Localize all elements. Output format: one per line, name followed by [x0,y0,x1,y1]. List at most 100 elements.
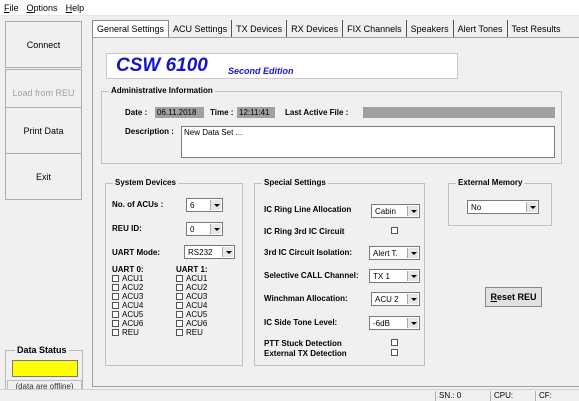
tab-bar: General Settings ACU Settings TX Devices… [92,20,565,37]
tab-alert-tones[interactable]: Alert Tones [454,20,508,37]
tab-tx-devices[interactable]: TX Devices [232,20,288,37]
ring-3rd-checkbox[interactable] [391,227,398,234]
exit-button[interactable]: Exit [5,153,82,200]
uart0-item[interactable]: ACU4 [112,301,143,310]
uart0-acu5-checkbox[interactable] [112,311,119,318]
uart1-acu6-checkbox[interactable] [176,320,183,327]
sidetone-label: IC Side Tone Level: [264,318,338,327]
admin-info-group: Administrative Information Date : 06.11.… [101,86,562,164]
uart0-item-label: REU [122,328,139,337]
menu-help[interactable]: Help [66,3,85,13]
uart0-acu2-checkbox[interactable] [112,284,119,291]
tab-fix-channels[interactable]: FIX Channels [343,20,407,37]
uart1-label: UART 1: [176,265,208,274]
uart0-item-label: ACU6 [122,319,144,328]
uart1-acu4-checkbox[interactable] [176,302,183,309]
reset-reu-button[interactable]: Reset REU [485,287,542,307]
reu-id-select[interactable]: 0 [186,222,223,236]
admin-info-title: Administrative Information [109,86,215,95]
uart0-item[interactable]: ACU6 [112,319,143,328]
menu-options-accel: O [26,2,34,13]
uart0-item[interactable]: ACU5 [112,310,143,319]
winchman-value: ACU 2 [375,295,399,304]
tab-general-settings[interactable]: General Settings [92,20,170,37]
tab-acu-settings[interactable]: ACU Settings [169,20,233,37]
selective-call-label: Selective CALL Channel: [264,271,359,280]
winchman-dropdown-icon[interactable] [407,294,418,304]
ptt-stuck-checkbox[interactable] [391,339,398,346]
general-settings-panel: CSW 6100 Second Edition Administrative I… [92,37,579,387]
tab-speakers[interactable]: Speakers [407,20,454,37]
external-memory-select[interactable]: No [467,200,539,214]
menu-file[interactable]: File [4,3,19,13]
uart0-acu3-checkbox[interactable] [112,293,119,300]
uart0-item[interactable]: ACU2 [112,283,143,292]
sidetone-value: -6dB [373,319,390,328]
data-status-indicator [12,360,78,377]
ring-line-dropdown-icon[interactable] [407,206,418,216]
uart1-item[interactable]: ACU3 [176,292,207,301]
cf-status: CF: [535,391,579,401]
uart0-item[interactable]: ACU1 [112,274,143,283]
tab-rx-devices[interactable]: RX Devices [287,20,344,37]
uart1-item[interactable]: ACU6 [176,319,207,328]
uart1-acu2-checkbox[interactable] [176,284,183,291]
external-memory-title: External Memory [456,178,525,187]
uart0-label: UART 0: [112,265,144,274]
data-status-title: Data Status [15,345,69,355]
uart1-acu5-checkbox[interactable] [176,311,183,318]
uart1-item[interactable]: ACU4 [176,301,207,310]
uart1-reu-checkbox[interactable] [176,329,183,336]
uart0-acu6-checkbox[interactable] [112,320,119,327]
menu-options[interactable]: Options [27,3,58,13]
selective-call-select[interactable]: TX 1 [369,269,420,283]
uart0-acu1-checkbox[interactable] [112,275,119,282]
reu-id-dropdown-icon[interactable] [210,224,221,234]
num-acus-value: 6 [190,201,195,210]
serial-number: SN.: 0 [435,391,484,401]
system-devices-group: System Devices No. of ACUs : 6 REU ID: 0… [105,178,243,366]
print-data-button[interactable]: Print Data [5,107,82,154]
menu-help-rest: elp [72,2,85,13]
sidetone-select[interactable]: -6dB [369,316,420,330]
uart1-item-label: ACU6 [186,319,208,328]
uart1-item[interactable]: ACU2 [176,283,207,292]
external-memory-value: No [471,203,482,212]
uart1-item-label: ACU1 [186,274,208,283]
ring-line-select[interactable]: Cabin [371,204,420,218]
ring-3rd-label: IC Ring 3rd IC Circuit [264,227,345,236]
uart1-item[interactable]: ACU1 [176,274,207,283]
description-input[interactable]: New Data Set ... [181,126,555,158]
external-tx-checkbox[interactable] [391,349,398,356]
uart-mode-dropdown-icon[interactable] [222,247,233,257]
uart0-item[interactable]: ACU3 [112,292,143,301]
sidebar: Connect Load from REU Print Data Exit Da… [0,19,86,401]
uart0-reu-checkbox[interactable] [112,329,119,336]
ptt-stuck-label: PTT Stuck Detection [264,339,342,348]
uart-mode-select[interactable]: RS232 [184,245,235,259]
uart1-item[interactable]: REU [176,328,207,337]
external-memory-dropdown-icon[interactable] [526,202,537,212]
uart1-item[interactable]: ACU5 [176,310,207,319]
uart1-acu1-checkbox[interactable] [176,275,183,282]
cpu-status: CPU: [490,391,530,401]
uart0-acu4-checkbox[interactable] [112,302,119,309]
isolation-dropdown-icon[interactable] [407,248,418,258]
uart1-item-label: REU [186,328,203,337]
uart-mode-label: UART Mode: [112,248,160,257]
connect-button[interactable]: Connect [5,21,82,68]
tab-test-results[interactable]: Test Results [508,20,565,37]
num-acus-select[interactable]: 6 [186,198,223,212]
uart1-acu3-checkbox[interactable] [176,293,183,300]
external-memory-group: External Memory No [448,178,552,226]
sidetone-dropdown-icon[interactable] [407,318,418,328]
isolation-select[interactable]: Alert T. [369,246,420,260]
uart0-item-label: ACU5 [122,310,144,319]
menu-file-rest: ile [9,2,19,13]
uart0-list: ACU1 ACU2 ACU3 ACU4 ACU5 ACU6 REU [112,274,143,337]
winchman-select[interactable]: ACU 2 [371,292,420,306]
num-acus-dropdown-icon[interactable] [210,200,221,210]
selective-call-dropdown-icon[interactable] [407,271,418,281]
uart0-item-label: ACU3 [122,292,144,301]
uart0-item[interactable]: REU [112,328,143,337]
